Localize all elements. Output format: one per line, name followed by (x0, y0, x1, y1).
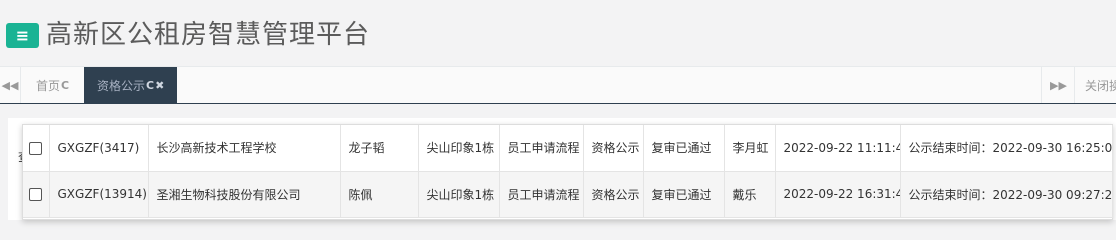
refresh-icon[interactable]: C (146, 79, 154, 92)
cell-end: 公示结束时间：2022-09-30 16:25:08 (900, 125, 1113, 172)
record-table: GXGZF(3417) 长沙高新技术工程学校 龙子韬 尖山印象1栋 员工申请流程 资格公示… (23, 125, 1113, 218)
cell-building: 尖山印象1栋 (418, 171, 500, 218)
bars-icon: ≡ (15, 25, 30, 45)
cell-name: 龙子韬 (340, 125, 419, 172)
cell-time: 2022-09-22 11:11:48 (775, 125, 901, 172)
cell-reviewer: 李月虹 (724, 125, 776, 172)
tab-home[interactable]: 首页 C (22, 67, 82, 103)
tab-home-label: 首页 (36, 78, 61, 93)
row-checkbox[interactable] (29, 188, 43, 201)
close-tabs-dropdown[interactable]: 关闭操作 (1074, 67, 1116, 103)
tab-qualification-notice[interactable]: 资格公示 C ✖ (84, 67, 177, 103)
app-header: ≡ 高新区公租房智慧管理平台 (0, 0, 1116, 66)
row-checkbox[interactable] (29, 141, 43, 155)
double-chevron-right-icon: ▶▶ (1050, 78, 1067, 92)
cell-reviewer: 戴乐 (724, 171, 776, 218)
cell-name: 陈佩 (340, 171, 419, 218)
double-chevron-left-icon: ◀◀ (1, 78, 19, 92)
app-title: 高新区公租房智慧管理平台 (46, 20, 371, 50)
tab-scroll-right-button[interactable]: ▶▶ (1041, 67, 1075, 103)
cell-unit: 圣湘生物科技股份有限公司 (148, 171, 341, 218)
cell-process: 员工申请流程 (499, 125, 584, 172)
tab-active-label: 资格公示 (97, 78, 146, 93)
table-row[interactable]: GXGZF(13914) 圣湘生物科技股份有限公司 陈佩 尖山印象1栋 员工申请流程 资格… (23, 171, 1113, 218)
cell-building: 尖山印象1栋 (418, 125, 500, 172)
row-select-cell (23, 125, 50, 172)
tab-scroll-left-button[interactable]: ◀◀ (0, 67, 21, 103)
refresh-icon[interactable]: C (61, 79, 69, 92)
cell-status: 复审已通过 (643, 125, 725, 172)
cell-end: 公示结束时间：2022-09-30 09:27:20 (900, 171, 1113, 218)
row-select-cell (23, 171, 50, 218)
cell-process: 员工申请流程 (499, 171, 584, 218)
cell-time: 2022-09-22 16:31:40 (775, 171, 901, 218)
cell-id: GXGZF(3417) (49, 125, 149, 172)
cell-unit: 长沙高新技术工程学校 (148, 125, 341, 172)
record-dropdown: GXGZF(3417) 长沙高新技术工程学校 龙子韬 尖山印象1栋 员工申请流程 资格公示… (22, 124, 1113, 220)
menu-toggle-button[interactable]: ≡ (6, 23, 39, 48)
cell-stage: 资格公示 (583, 125, 644, 172)
cell-stage: 资格公示 (583, 171, 644, 218)
table-row[interactable]: GXGZF(3417) 长沙高新技术工程学校 龙子韬 尖山印象1栋 员工申请流程 资格公示… (23, 125, 1113, 172)
close-icon[interactable]: ✖ (155, 79, 164, 92)
cell-id: GXGZF(13914) (49, 171, 149, 218)
cell-status: 复审已通过 (643, 171, 725, 218)
tab-bar: ◀◀ 首页 C 资格公示 C ✖ ▶▶ 关闭操作 (0, 66, 1116, 105)
